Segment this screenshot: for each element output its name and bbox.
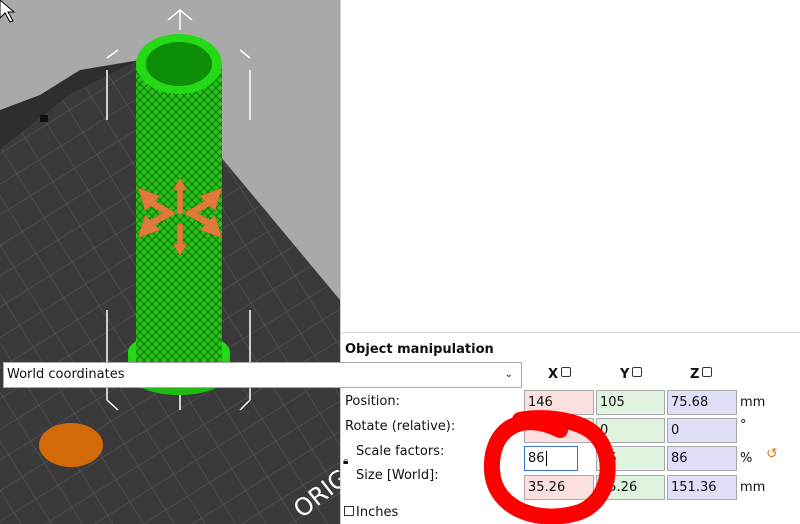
rotate-y-field[interactable]: 0 (596, 418, 665, 443)
scale-z-field[interactable]: 86 (667, 446, 737, 471)
knurled-cylinder-model (128, 34, 230, 395)
axis-z-header: Z (690, 367, 713, 382)
inches-label: Inches (356, 505, 399, 520)
position-x-field[interactable]: 146 (524, 390, 594, 415)
scale-unit: % (740, 451, 753, 466)
size-z-field[interactable]: 151.36 (667, 475, 737, 500)
size-unit: mm (740, 480, 766, 495)
rotate-unit: ° (740, 418, 747, 433)
lock-icon[interactable]: 🔒︎ (343, 456, 348, 467)
scale-y-field[interactable]: 86 (596, 446, 665, 471)
rotate-x-field[interactable] (524, 418, 594, 443)
dropdown-chevron-icon: ⌄ (504, 369, 513, 380)
coordinate-system-value: World coordinates (7, 367, 125, 382)
3d-viewport[interactable]: ORIG (0, 0, 340, 524)
coordinate-system-select[interactable]: World coordinates ⌄ (3, 362, 522, 388)
rotate-label: Rotate (relative): (345, 419, 456, 434)
scale-factors-label: Scale factors: (356, 444, 445, 459)
inches-checkbox[interactable]: Inches (344, 505, 398, 520)
scale-x-field[interactable]: 86 (524, 446, 578, 471)
scene-canvas[interactable]: ORIG (0, 0, 340, 524)
size-y-field[interactable]: 35.26 (596, 475, 665, 500)
rotate-z-field[interactable]: 0 (667, 418, 737, 443)
position-y-field[interactable]: 105 (596, 390, 665, 415)
size-label: Size [World]: (356, 468, 439, 483)
axis-x-header: X (548, 367, 572, 382)
position-unit: mm (740, 395, 766, 410)
reset-scale-icon[interactable]: ↺ (766, 446, 778, 462)
checkbox-box[interactable] (344, 506, 354, 516)
position-label: Position: (345, 394, 400, 409)
object-list-area[interactable] (341, 0, 800, 333)
object-manipulation-title: Object manipulation (345, 342, 494, 357)
size-x-field[interactable]: 35.26 (524, 475, 594, 500)
position-z-field[interactable]: 75.68 (667, 390, 737, 415)
small-disc-object (39, 423, 103, 467)
axis-y-header: Y (620, 367, 643, 382)
